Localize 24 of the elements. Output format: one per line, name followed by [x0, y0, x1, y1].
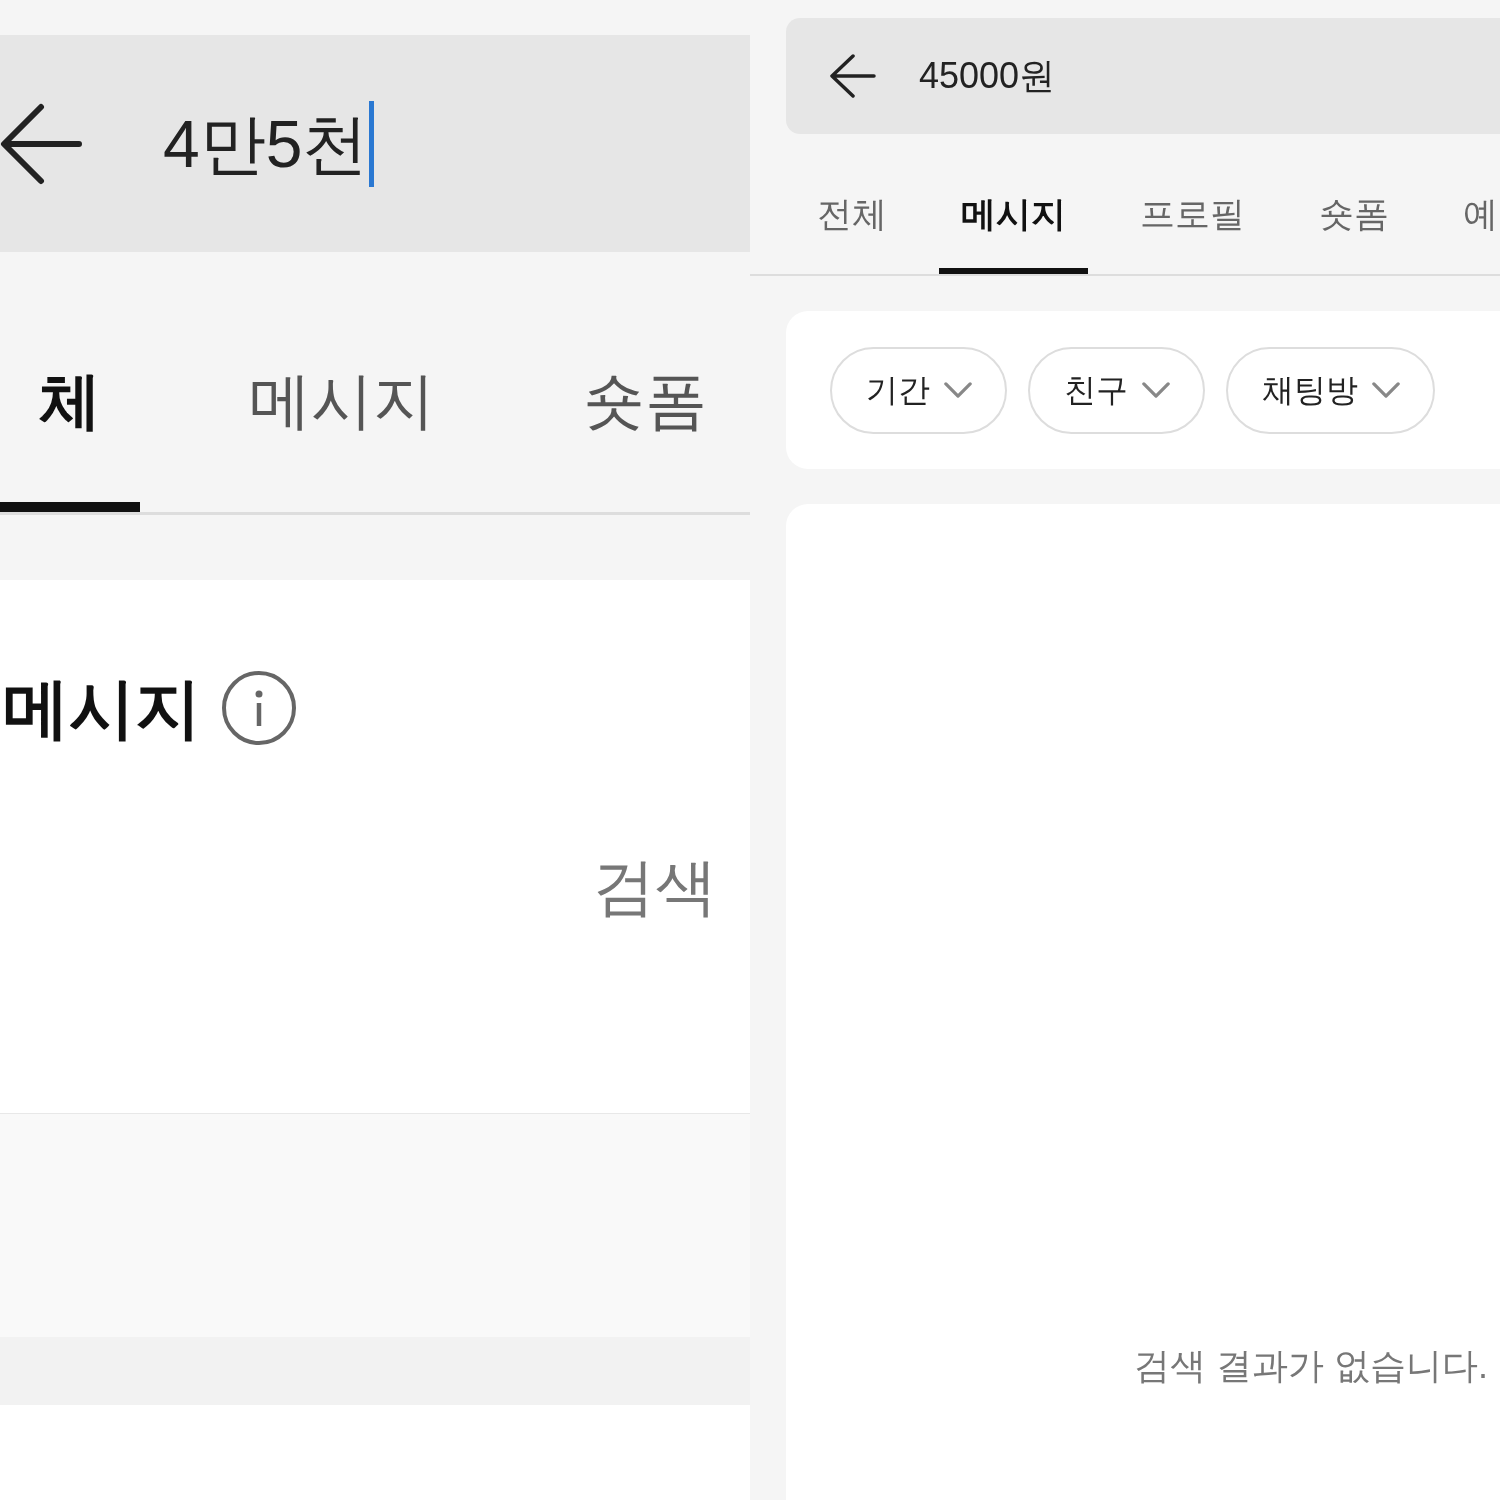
back-arrow-icon — [830, 54, 876, 98]
empty-state-text: 검색 결과가 없습니다. — [1134, 1345, 1488, 1386]
filter-dropdown[interactable]: 기간 — [830, 346, 1007, 434]
tab[interactable]: 체 — [0, 370, 140, 512]
filter-dropdown[interactable]: 친구 — [1028, 346, 1205, 434]
chevron-down-icon — [1142, 381, 1170, 399]
tab[interactable]: 숏폼 — [544, 370, 746, 512]
filter-dropdown[interactable]: 채팅방 — [1226, 346, 1435, 434]
chevron-down-icon — [1372, 381, 1400, 399]
tab[interactable]: 숏폼 — [1297, 196, 1411, 274]
back-arrow-icon — [0, 101, 82, 186]
back-button[interactable] — [830, 54, 876, 98]
tab[interactable]: 프로필 — [1118, 196, 1267, 274]
info-icon[interactable] — [221, 670, 297, 746]
tab[interactable]: 메시지 — [939, 196, 1088, 274]
section-title: 메시지 — [3, 675, 201, 741]
empty-state-text: 검색 — [593, 856, 717, 918]
search-field[interactable]: 45000원 — [919, 18, 1500, 134]
search-field[interactable]: 4만5천 — [163, 35, 750, 252]
chevron-down-icon — [944, 381, 972, 399]
back-button[interactable] — [0, 101, 82, 186]
tab[interactable]: 전체 — [795, 196, 909, 274]
tab[interactable]: 메시지 — [210, 370, 474, 512]
tab[interactable]: 예 — [1441, 196, 1500, 274]
